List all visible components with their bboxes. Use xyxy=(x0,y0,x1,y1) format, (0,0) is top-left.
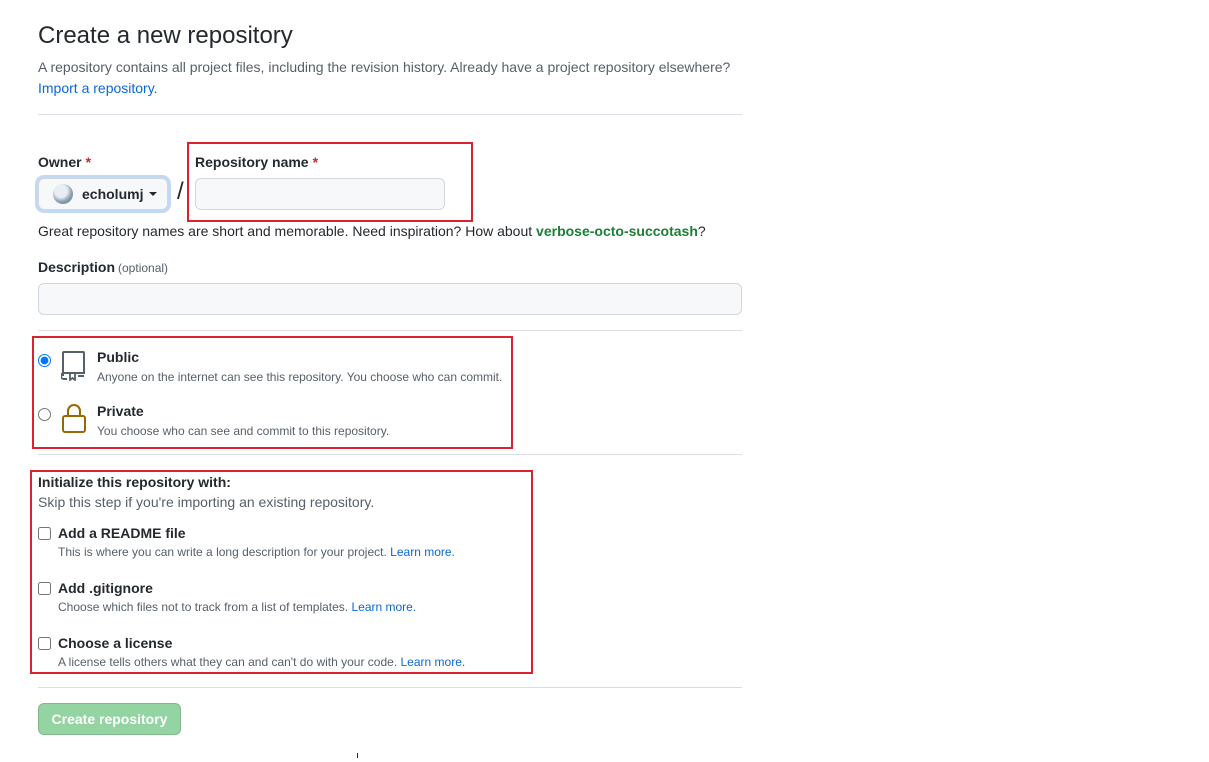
owner-label-text: Owner xyxy=(38,154,82,170)
divider xyxy=(38,330,742,331)
caret-down-icon xyxy=(149,192,158,196)
public-option-title: Public xyxy=(97,349,140,365)
owner-select-button[interactable]: echolumj xyxy=(38,178,168,210)
import-repository-link[interactable]: Import a repository. xyxy=(38,80,158,96)
divider xyxy=(38,687,742,688)
hint-suffix: ? xyxy=(697,223,706,239)
repo-icon xyxy=(61,351,85,381)
owner-label: Owner * xyxy=(38,154,91,170)
license-desc-text: A license tells others what they can and… xyxy=(58,655,398,669)
choose-license-description: A license tells others what they can and… xyxy=(58,655,465,669)
description-label: Description (optional) xyxy=(38,259,168,275)
add-readme-title: Add a README file xyxy=(58,525,186,541)
optional-tag: (optional) xyxy=(118,261,169,275)
description-input[interactable] xyxy=(38,283,742,315)
avatar xyxy=(53,184,73,204)
hint-text: Great repository names are short and mem… xyxy=(38,223,537,239)
readme-learn-more-link[interactable]: Learn more. xyxy=(390,545,455,559)
repository-name-hint: Great repository names are short and mem… xyxy=(38,223,706,239)
page-title: Create a new repository xyxy=(38,22,293,49)
owner-name: echolumj xyxy=(82,186,144,202)
license-learn-more-link[interactable]: Learn more. xyxy=(401,655,466,669)
add-gitignore-checkbox[interactable] xyxy=(38,582,51,595)
add-gitignore-description: Choose which files not to track from a l… xyxy=(58,600,416,614)
private-radio[interactable] xyxy=(38,408,51,421)
name-suggestion-link[interactable]: verbose-octo-succotash xyxy=(536,223,698,239)
choose-license-checkbox[interactable] xyxy=(38,637,51,650)
lock-icon xyxy=(62,404,86,433)
public-radio[interactable] xyxy=(38,354,51,367)
subtitle-text: A repository contains all project files,… xyxy=(38,59,731,75)
choose-license-title: Choose a license xyxy=(58,635,173,651)
initialize-subtitle: Skip this step if you're importing an ex… xyxy=(38,494,375,510)
gitignore-learn-more-link[interactable]: Learn more. xyxy=(351,600,416,614)
create-repository-page: Create a new repository A repository con… xyxy=(0,0,1209,762)
add-readme-description: This is where you can write a long descr… xyxy=(58,545,455,559)
description-label-text: Description xyxy=(38,259,116,275)
create-repository-button[interactable]: Create repository xyxy=(38,703,181,735)
cursor-mark xyxy=(357,753,358,758)
owner-repo-separator: / xyxy=(177,178,184,205)
add-readme-checkbox[interactable] xyxy=(38,527,51,540)
required-mark: * xyxy=(85,154,92,170)
readme-desc-text: This is where you can write a long descr… xyxy=(58,545,387,559)
public-option-description: Anyone on the internet can see this repo… xyxy=(97,370,503,384)
private-option-title: Private xyxy=(97,403,144,419)
divider xyxy=(38,114,742,115)
gitignore-desc-text: Choose which files not to track from a l… xyxy=(58,600,349,614)
highlight-box-repo-name xyxy=(187,142,473,222)
add-gitignore-title: Add .gitignore xyxy=(58,580,153,596)
private-option-description: You choose who can see and commit to thi… xyxy=(97,424,390,438)
page-subtitle: A repository contains all project files,… xyxy=(38,57,758,99)
divider xyxy=(38,454,742,455)
initialize-title: Initialize this repository with: xyxy=(38,474,231,490)
